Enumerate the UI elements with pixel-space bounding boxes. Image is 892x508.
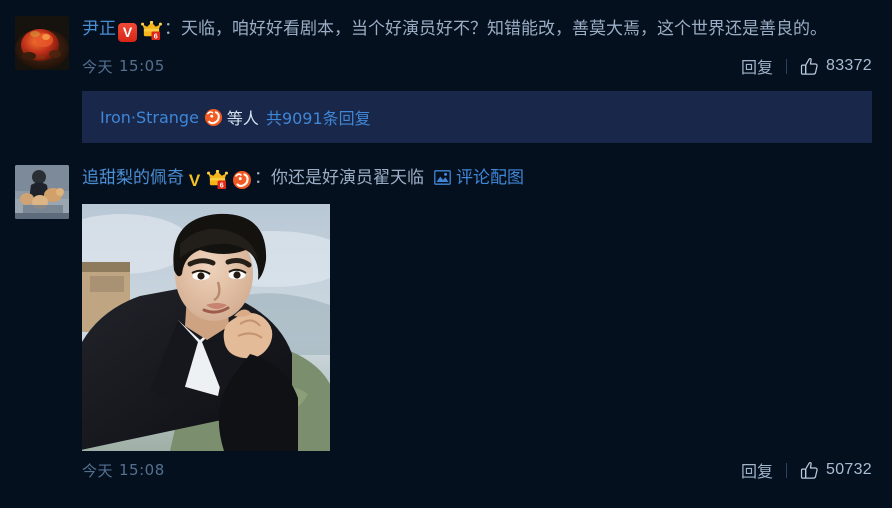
like-count: 83372 <box>826 57 872 74</box>
sub-reply-count[interactable]: 共9091条回复 <box>266 105 371 129</box>
comment-row: 尹正 V 6 ：天临，咱好好看剧本，当个好演员好不？知错能改，善莫大焉，这个世界还是善… <box>15 0 872 143</box>
action-divider <box>786 58 787 74</box>
comment-item-2: 追甜梨的佩奇 V 6 ：你还是好演员翟天临 评论配图 今天 15:08 回复 5… <box>0 149 892 487</box>
like-count: 50732 <box>826 461 872 478</box>
comment-body: 尹正 V 6 ：天临，咱好好看剧本，当个好演员好不？知错能改，善莫大焉，这个世界还是善… <box>69 0 872 143</box>
comment-text: 你还是好演员翟天临 <box>271 168 424 188</box>
comment-actions: 回复 50732 <box>741 458 872 482</box>
crown-level-6-badge: 6 <box>207 166 228 196</box>
comment-actions: 回复 83372 <box>741 54 872 78</box>
comment-time-value: 15:08 <box>119 461 165 479</box>
comment-meta-row: 今天 15:08 回复 50732 <box>82 453 872 487</box>
thumbs-up-icon <box>800 57 818 75</box>
comment-body: 追甜梨的佩奇 V 6 ：你还是好演员翟天临 评论配图 今天 15:08 回复 5… <box>69 149 872 487</box>
comment-separator: ： <box>164 19 181 39</box>
comment-username[interactable]: 尹正 <box>82 19 116 39</box>
svg-text:6: 6 <box>154 33 158 41</box>
thumbs-up-icon <box>800 461 818 479</box>
comment-username[interactable]: 追甜梨的佩奇 <box>82 168 184 188</box>
sub-reply-username[interactable]: Iron·Strange <box>100 108 199 127</box>
sub-reply-summary[interactable]: Iron·Strange 等人 共9091条回复 <box>82 91 872 143</box>
sub-reply-etc-label: 等人 <box>226 109 259 128</box>
like-button[interactable]: 50732 <box>800 461 872 480</box>
comment-row: 追甜梨的佩奇 V 6 ：你还是好演员翟天临 评论配图 今天 15:08 回复 5… <box>15 149 872 487</box>
comment-separator: ： <box>254 168 271 188</box>
avatar-food-dish[interactable] <box>15 16 69 70</box>
verified-v-gold-badge: V <box>188 171 201 190</box>
like-button[interactable]: 83372 <box>800 57 872 76</box>
comment-image-link[interactable]: 评论配图 <box>434 168 524 188</box>
comment-list-page: 尹正 V 6 ：天临，咱好好看剧本，当个好演员好不？知错能改，善莫大焉，这个世界还是善… <box>0 0 892 508</box>
comment-text: 天临，咱好好看剧本，当个好演员好不？知错能改，善莫大焉，这个世界还是善良的。 <box>181 19 827 39</box>
tiger-face-icon <box>204 108 222 126</box>
svg-text:6: 6 <box>220 182 224 190</box>
comment-time-label: 今天 <box>82 57 114 76</box>
comment-text-line: 追甜梨的佩奇 V 6 ：你还是好演员翟天临 评论配图 <box>82 163 872 196</box>
comment-time-label: 今天 <box>82 461 114 480</box>
comment-image-link-label: 评论配图 <box>456 168 524 188</box>
comment-meta-row: 今天 15:05 回复 83372 <box>82 49 872 83</box>
comment-item-1: 尹正 V 6 ：天临，咱好好看剧本，当个好演员好不？知错能改，善莫大焉，这个世界还是善… <box>0 0 892 143</box>
reply-button[interactable]: 回复 <box>741 54 773 78</box>
picture-icon <box>434 170 451 185</box>
crown-level-6-badge: 6 <box>141 17 162 47</box>
comment-time-value: 15:05 <box>119 57 165 75</box>
comment-text-line: 尹正 V 6 ：天临，咱好好看剧本，当个好演员好不？知错能改，善莫大焉，这个世界还是善… <box>82 14 872 47</box>
action-divider <box>786 462 787 478</box>
tiger-face-badge <box>232 166 252 196</box>
avatar-person-with-dogs[interactable] <box>15 165 69 219</box>
portrait-man-in-black-suit[interactable] <box>82 204 330 451</box>
reply-button[interactable]: 回复 <box>741 458 773 482</box>
verified-v-red-badge: V <box>118 23 137 42</box>
